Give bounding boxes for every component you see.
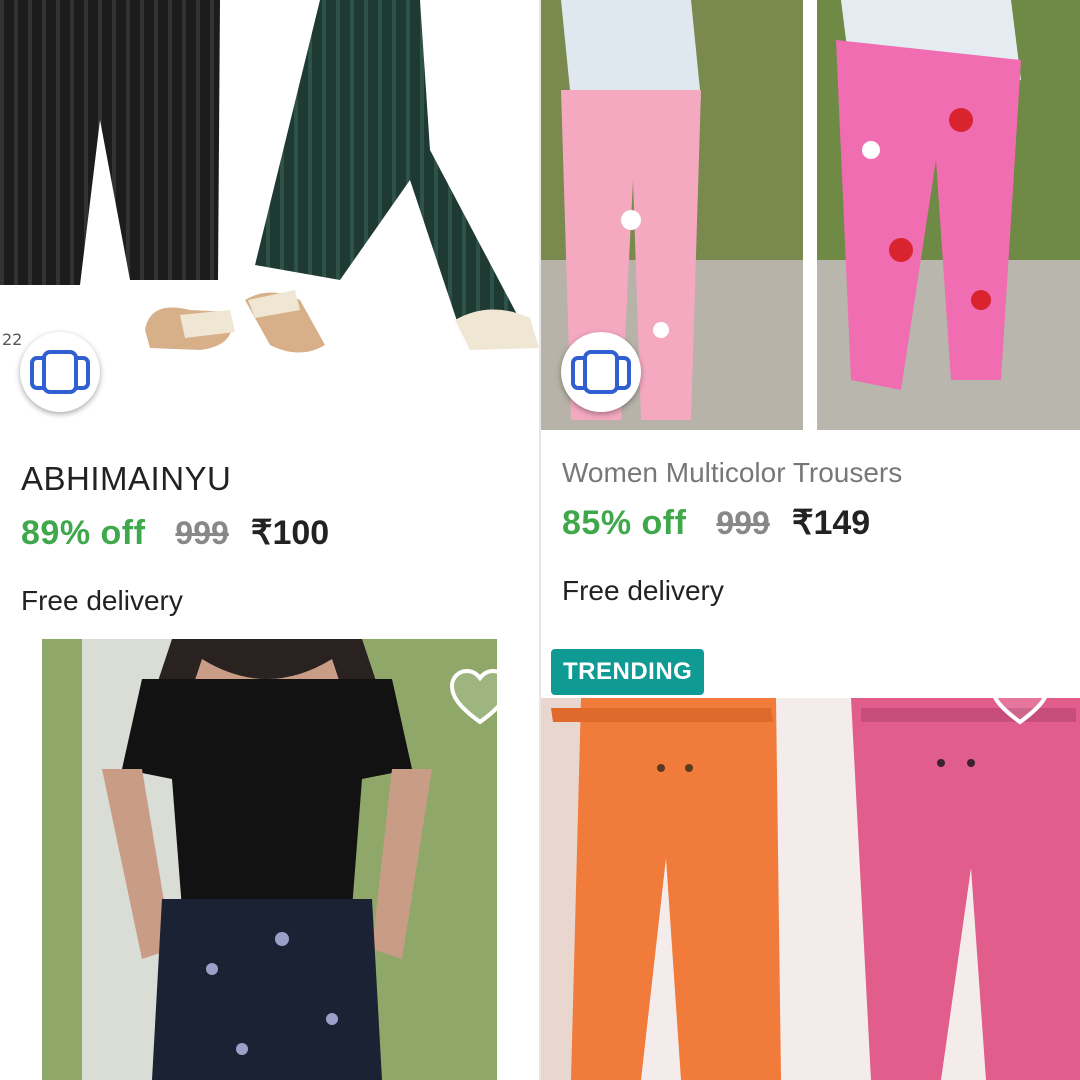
similar-products-button[interactable]: [20, 332, 100, 412]
price-row: 85% off 999 ₹149: [562, 503, 870, 543]
product-brand: ABHIMAINYU: [21, 460, 232, 497]
product-card-2[interactable]: Women Multicolor Trousers 85% off 999 ₹1…: [541, 0, 1080, 630]
similar-products-icon: [571, 350, 631, 394]
product-card-3[interactable]: [0, 630, 539, 1080]
discount-percent: 85% off: [562, 504, 687, 542]
product-card-1[interactable]: 22 ABHIMAINYU 89% off 999 ₹100 Free deli…: [0, 0, 539, 630]
trending-badge: TRENDING: [551, 649, 705, 695]
heart-outline-icon[interactable]: [448, 666, 512, 730]
product-card-4[interactable]: TRENDING: [541, 630, 1080, 1080]
product-image[interactable]: [42, 639, 497, 1080]
product-title: Women Multicolor Trousers: [562, 457, 903, 488]
svg-text:22: 22: [2, 330, 22, 349]
price-row: 89% off 999 ₹100: [21, 513, 329, 553]
original-price: 999: [175, 515, 229, 551]
product-image[interactable]: [541, 698, 1080, 1080]
delivery-info: Free delivery: [562, 575, 724, 606]
heart-outline-icon[interactable]: [988, 666, 1052, 730]
sale-price: ₹149: [791, 504, 871, 542]
original-price: 999: [716, 505, 770, 541]
similar-products-icon: [30, 350, 90, 394]
delivery-info: Free delivery: [21, 585, 183, 616]
black-top-floral-pants-photo: [42, 639, 497, 1080]
orange-pink-trousers-photo: [541, 698, 1080, 1080]
sale-price: ₹100: [250, 514, 330, 552]
similar-products-button[interactable]: [561, 332, 641, 412]
discount-percent: 89% off: [21, 514, 146, 552]
